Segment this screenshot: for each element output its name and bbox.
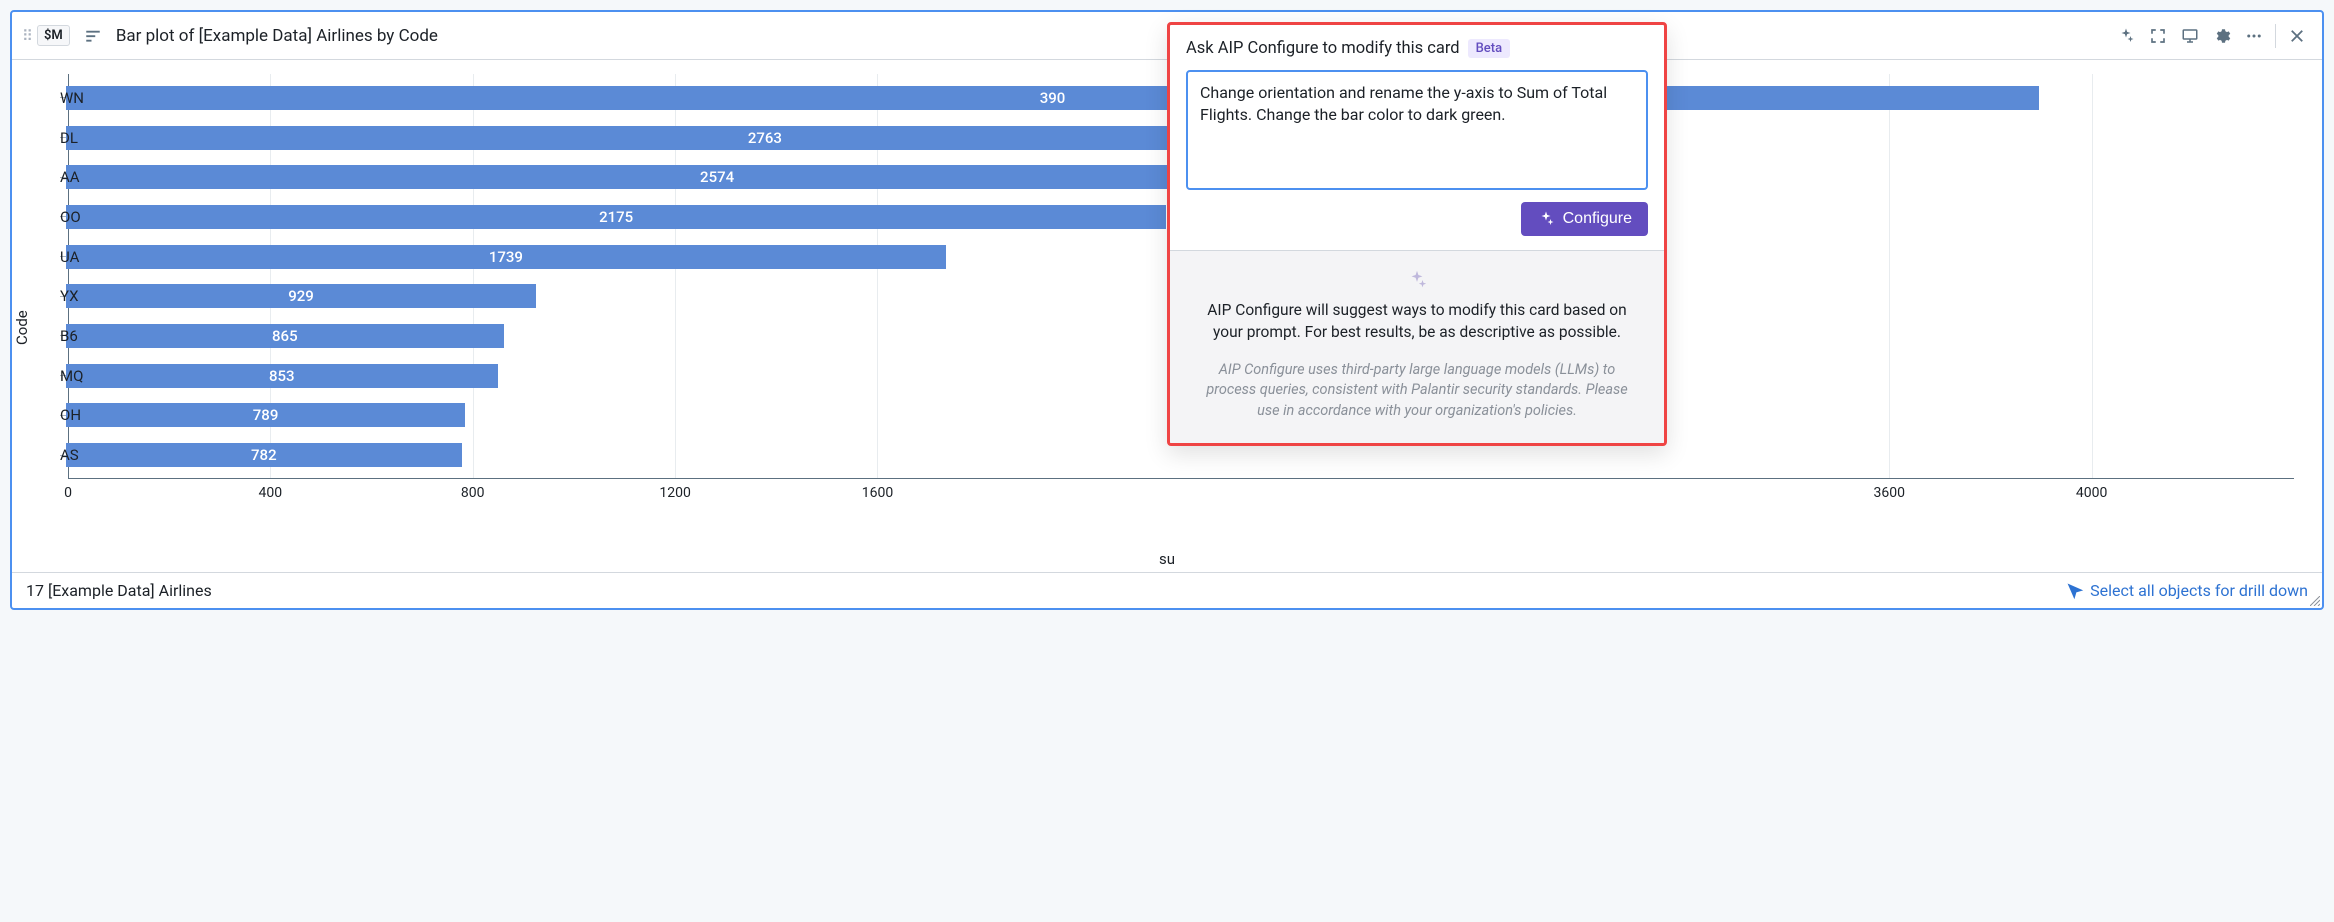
bar[interactable]: 929 [66, 284, 536, 308]
drill-down-label: Select all objects for drill down [2090, 581, 2308, 600]
footer-summary: 17 [Example Data] Airlines [26, 581, 212, 600]
x-tick-label: 0 [64, 485, 72, 501]
x-tick-label: 1600 [862, 485, 893, 501]
drill-down-link[interactable]: Select all objects for drill down [2066, 581, 2308, 600]
expand-icon[interactable] [2143, 21, 2173, 51]
currency-badge[interactable]: $M [37, 25, 70, 46]
bar[interactable]: 789 [66, 403, 465, 427]
divider [2275, 24, 2276, 48]
popover-help: AIP Configure will suggest ways to modif… [1170, 250, 1664, 443]
close-icon[interactable] [2282, 21, 2312, 51]
configure-button[interactable]: Configure [1521, 202, 1648, 236]
card-footer: 17 [Example Data] Airlines Select all ob… [12, 572, 2322, 608]
cursor-icon [2066, 582, 2084, 600]
bar[interactable]: 1739 [66, 245, 946, 269]
popover-header: Ask AIP Configure to modify this card Be… [1170, 25, 1664, 58]
popover-body: Configure [1170, 58, 1664, 250]
settings-icon[interactable] [2207, 21, 2237, 51]
x-tick-label: 3600 [1874, 485, 1905, 501]
bar[interactable]: 865 [66, 324, 504, 348]
sparkle-icon [1537, 210, 1555, 228]
toolbar-actions [2111, 21, 2312, 51]
bar[interactable]: 853 [66, 364, 498, 388]
resize-handle-icon[interactable] [2310, 596, 2320, 606]
configure-button-label: Configure [1563, 210, 1632, 228]
beta-badge: Beta [1468, 39, 1511, 58]
card-title: Bar plot of [Example Data] Airlines by C… [116, 26, 438, 46]
help-text: AIP Configure will suggest ways to modif… [1196, 299, 1638, 344]
x-tick-label: 400 [259, 485, 283, 501]
chart-card: ⠿ $M Bar plot of [Example Data] Airlines… [10, 10, 2324, 610]
sparkle-icon [1196, 269, 1638, 291]
bar[interactable]: 782 [66, 443, 462, 467]
bar[interactable]: 2175 [66, 205, 1166, 229]
prompt-textarea[interactable] [1186, 70, 1648, 190]
popover-title: Ask AIP Configure to modify this card [1186, 39, 1460, 58]
aip-configure-popover: Ask AIP Configure to modify this card Be… [1167, 22, 1667, 446]
sort-icon[interactable] [78, 21, 108, 51]
x-tick-label: 800 [461, 485, 485, 501]
bar[interactable]: 390 [66, 86, 2039, 110]
help-disclaimer: AIP Configure uses third-party large lan… [1196, 360, 1638, 421]
x-axis-label: su [1159, 550, 1175, 568]
y-axis-label: Code [13, 310, 31, 345]
x-tick-label: 4000 [2076, 485, 2107, 501]
drag-handle-icon[interactable]: ⠿ [22, 34, 29, 38]
presentation-icon[interactable] [2175, 21, 2205, 51]
aip-sparkle-button[interactable] [2111, 21, 2141, 51]
more-icon[interactable] [2239, 21, 2269, 51]
x-tick-label: 1200 [659, 485, 690, 501]
